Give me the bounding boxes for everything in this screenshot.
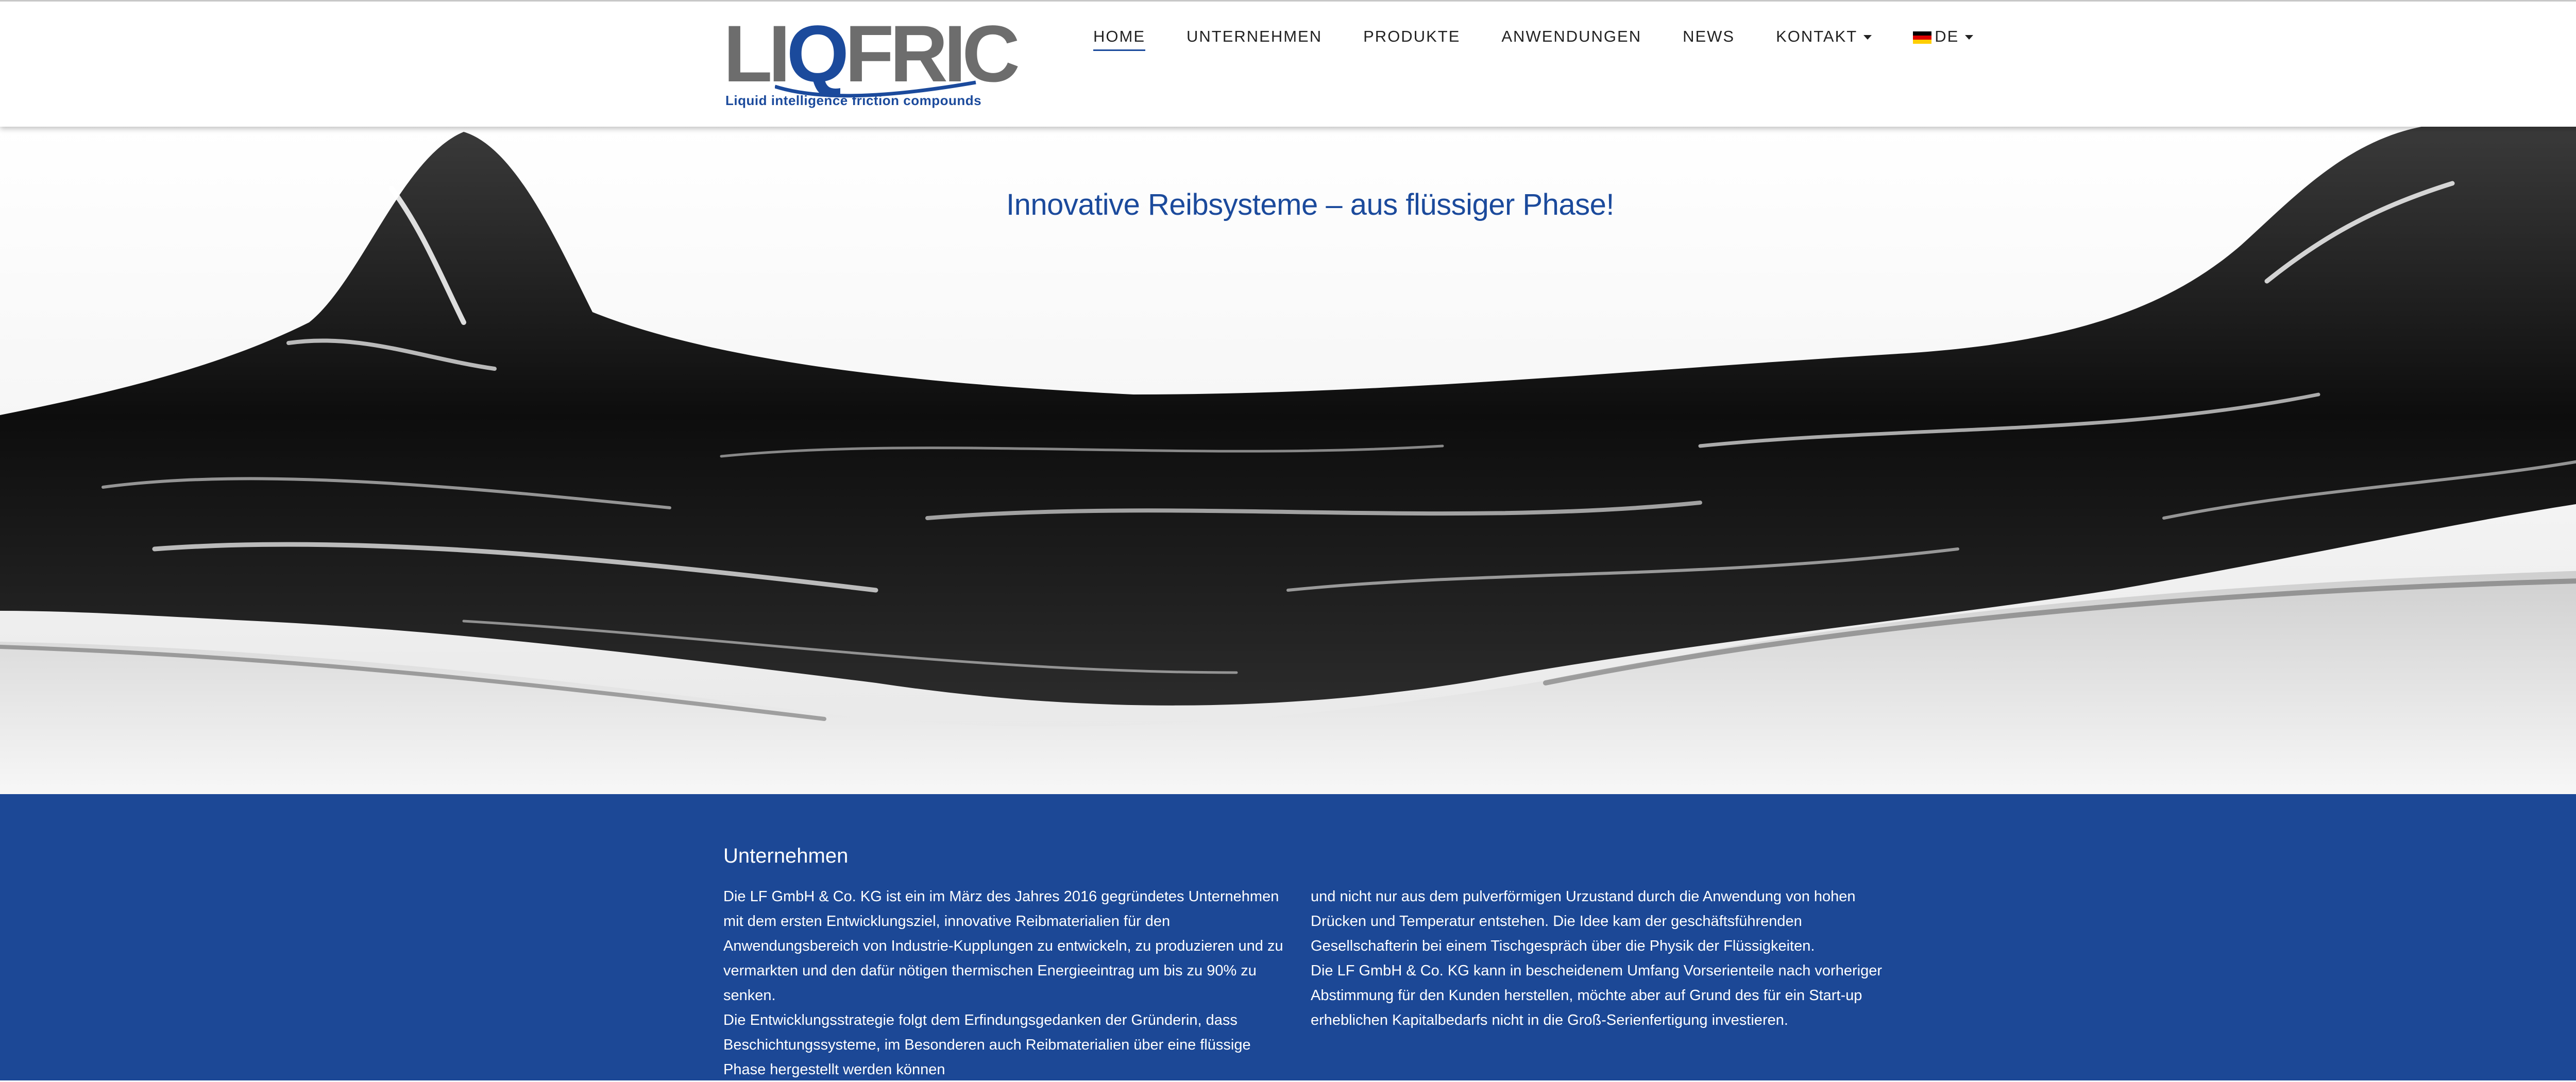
hero-headline: Innovative Reibsysteme – aus flüssiger P… (1006, 188, 1615, 221)
nav-item-home[interactable]: HOME (1093, 27, 1145, 51)
nav-item-label: NEWS (1683, 27, 1735, 45)
language-label: DE (1935, 27, 1959, 45)
section-heading: Unternehmen (723, 845, 849, 867)
site-header: LIQFRIC Liquid intelligence friction com… (0, 0, 2576, 127)
nav-item-produkte[interactable]: PRODUKTE (1363, 27, 1460, 46)
liqfric-logo[interactable]: LIQFRIC Liquid intelligence friction com… (723, 14, 1020, 117)
text-column-left: Die LF GmbH & Co. KG ist ein im März des… (723, 884, 1295, 1082)
nav-item-anwendungen[interactable]: ANWENDUNGEN (1501, 27, 1641, 46)
paragraph: Die LF GmbH & Co. KG ist ein im März des… (723, 888, 1283, 1004)
nav-item-label: KONTAKT (1776, 27, 1858, 45)
nav-item-label: PRODUKTE (1363, 27, 1461, 45)
language-selector[interactable]: DE (1913, 27, 1974, 46)
nav-item-kontakt[interactable]: KONTAKT (1776, 27, 1872, 46)
liquid-splash-image (0, 127, 2576, 794)
company-section: Unternehmen Die LF GmbH & Co. KG ist ein… (0, 794, 2576, 1080)
paragraph: Die LF GmbH & Co. KG kann in bescheidene… (1311, 963, 1882, 1028)
paragraph: Die Entwicklungsstrategie folgt dem Erfi… (723, 1012, 1251, 1078)
nav-item-label: UNTERNEHMEN (1187, 27, 1323, 45)
hero-banner: Innovative Reibsysteme – aus flüssiger P… (0, 127, 2576, 794)
text-column-right: und nicht nur aus dem pulverförmigen Urz… (1311, 884, 1883, 1033)
paragraph: und nicht nur aus dem pulverförmigen Urz… (1311, 888, 1856, 954)
caret-down-icon (1863, 35, 1872, 40)
logo-tagline: Liquid intelligence friction compounds (725, 93, 982, 108)
caret-down-icon (1965, 35, 1974, 40)
german-flag-icon (1913, 31, 1932, 44)
nav-item-label: HOME (1093, 27, 1145, 45)
nav-item-news[interactable]: NEWS (1683, 27, 1735, 46)
main-navigation: HOME UNTERNEHMEN PRODUKTE ANWENDUNGEN NE… (1093, 25, 2014, 51)
nav-item-label: ANWENDUNGEN (1501, 27, 1642, 45)
nav-item-unternehmen[interactable]: UNTERNEHMEN (1187, 27, 1322, 46)
